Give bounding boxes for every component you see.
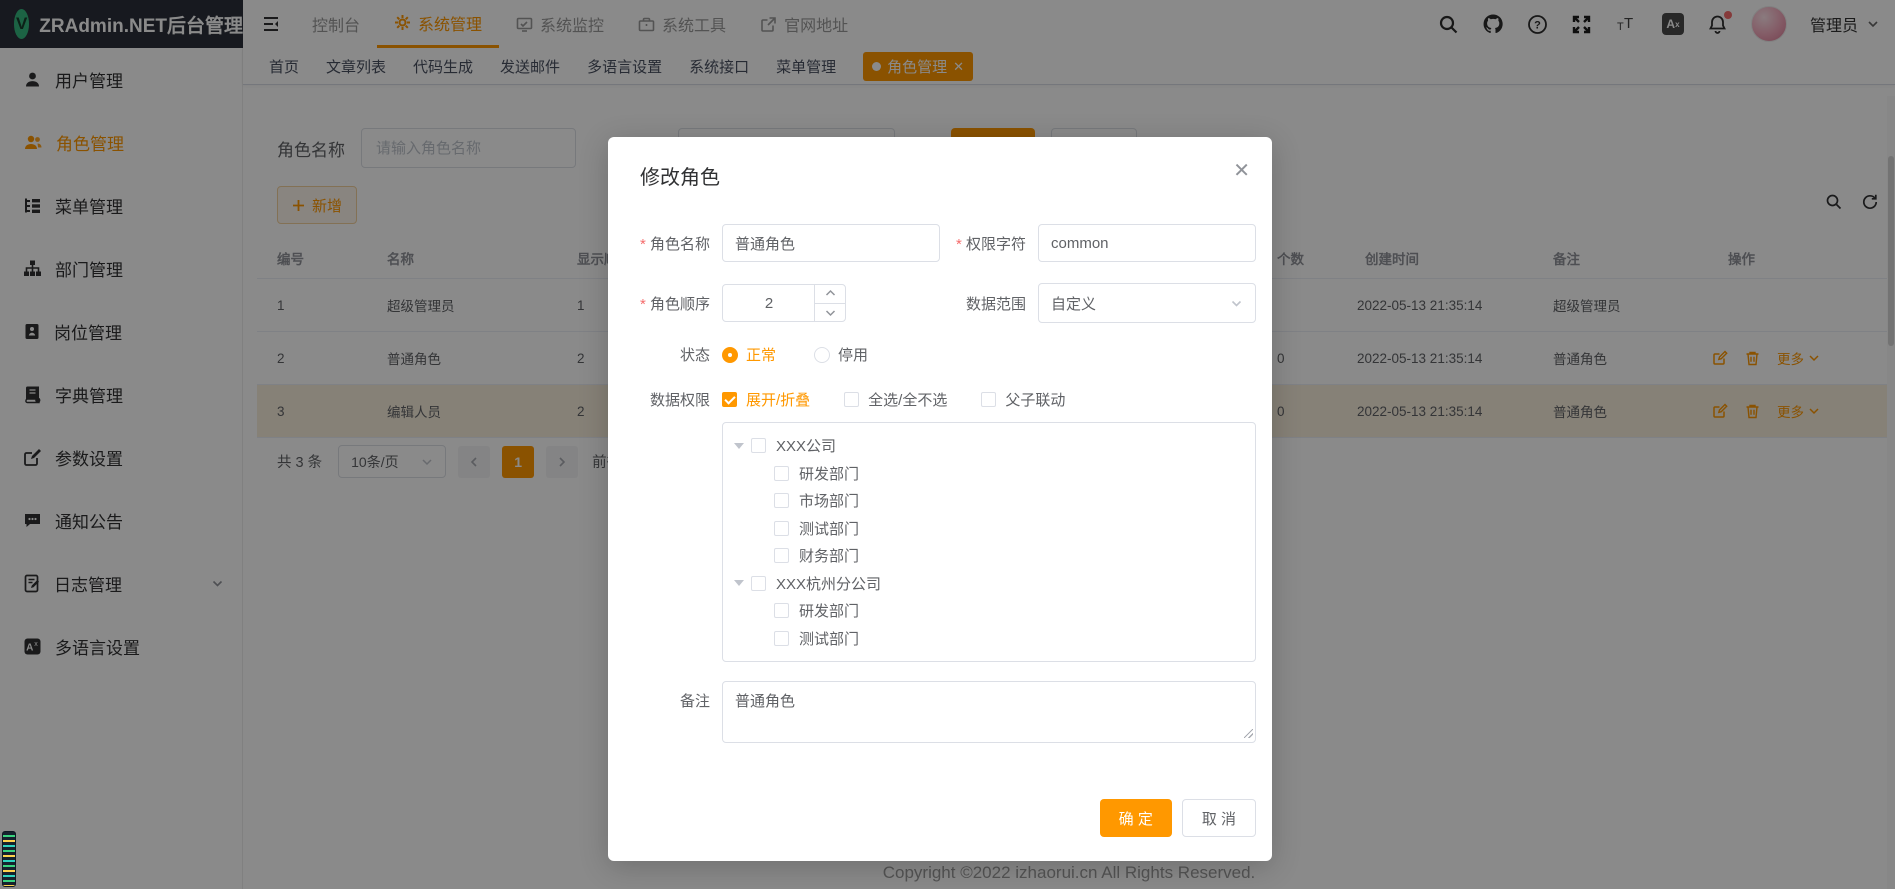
checkbox-icon[interactable] — [774, 548, 789, 563]
radio-icon — [722, 347, 738, 363]
status-radio-disabled[interactable]: 停用 — [814, 344, 868, 365]
resize-grip[interactable] — [1244, 729, 1253, 738]
edit-role-form: 角色名称 权限字符 角色顺序 2 数据范围 — [624, 224, 1256, 743]
role-name-input[interactable] — [722, 224, 940, 262]
tree-node-dept[interactable]: 研发部门 — [723, 460, 1255, 488]
expand-collapse-checkbox[interactable]: 展开/折叠 — [722, 389, 810, 410]
tree-node-company[interactable]: XXX公司 — [723, 432, 1255, 460]
tree-node-dept[interactable]: 测试部门 — [723, 625, 1255, 653]
edit-role-dialog: 修改角色 ✕ 角色名称 权限字符 角色顺序 2 — [608, 137, 1272, 861]
checkbox-icon — [722, 392, 737, 407]
tree-node-branch-company[interactable]: XXX杭州分公司 — [723, 570, 1255, 598]
tree-node-dept[interactable]: 财务部门 — [723, 542, 1255, 570]
stepper-up-icon[interactable] — [815, 285, 845, 304]
corner-widget[interactable] — [2, 831, 16, 887]
remark-textarea[interactable]: 普通角色 — [722, 681, 1256, 743]
data-scope-field-label: 数据范围 — [952, 293, 1038, 314]
checkbox-icon — [844, 392, 859, 407]
dialog-title: 修改角色 — [624, 161, 1256, 190]
tree-node-dept[interactable]: 研发部门 — [723, 597, 1255, 625]
role-order-value: 2 — [765, 295, 773, 312]
tree-node-dept[interactable]: 测试部门 — [723, 515, 1255, 543]
checkbox-icon[interactable] — [751, 438, 766, 453]
data-scope-select[interactable]: 自定义 — [1038, 283, 1256, 323]
status-field-label: 状态 — [624, 344, 722, 365]
dialog-footer: 确 定 取 消 — [1100, 799, 1256, 837]
perm-char-field-label: 权限字符 — [952, 233, 1038, 254]
role-order-stepper[interactable]: 2 — [722, 284, 846, 322]
tree-node-dept[interactable]: 市场部门 — [723, 487, 1255, 515]
checkbox-icon — [981, 392, 996, 407]
role-order-field-label: 角色顺序 — [624, 293, 722, 314]
role-name-field-label: 角色名称 — [624, 233, 722, 254]
cancel-button[interactable]: 取 消 — [1182, 799, 1256, 837]
remark-field-label: 备注 — [624, 681, 722, 711]
confirm-button[interactable]: 确 定 — [1100, 799, 1172, 837]
page: V ZRAdmin.NET后台管理 控制台 系统管理 系统监控 — [0, 0, 1895, 889]
checkbox-icon[interactable] — [751, 576, 766, 591]
perm-char-input[interactable] — [1038, 224, 1256, 262]
data-perm-field-label: 数据权限 — [624, 389, 722, 410]
stepper-down-icon[interactable] — [815, 304, 845, 322]
close-icon[interactable]: ✕ — [1233, 161, 1250, 181]
tree-caret-icon[interactable] — [734, 580, 744, 591]
status-radio-normal[interactable]: 正常 — [722, 344, 776, 365]
checkbox-icon[interactable] — [774, 466, 789, 481]
tree-caret-icon[interactable] — [734, 443, 744, 454]
chevron-down-icon — [1230, 297, 1243, 310]
checkbox-icon[interactable] — [774, 493, 789, 508]
dept-tree: XXX公司 研发部门 市场部门 测试部门 — [722, 422, 1256, 662]
checkbox-icon[interactable] — [774, 603, 789, 618]
checkbox-icon[interactable] — [774, 521, 789, 536]
parent-child-link-checkbox[interactable]: 父子联动 — [981, 389, 1065, 410]
radio-icon — [814, 347, 830, 363]
checkbox-icon[interactable] — [774, 631, 789, 646]
select-all-checkbox[interactable]: 全选/全不选 — [844, 389, 947, 410]
